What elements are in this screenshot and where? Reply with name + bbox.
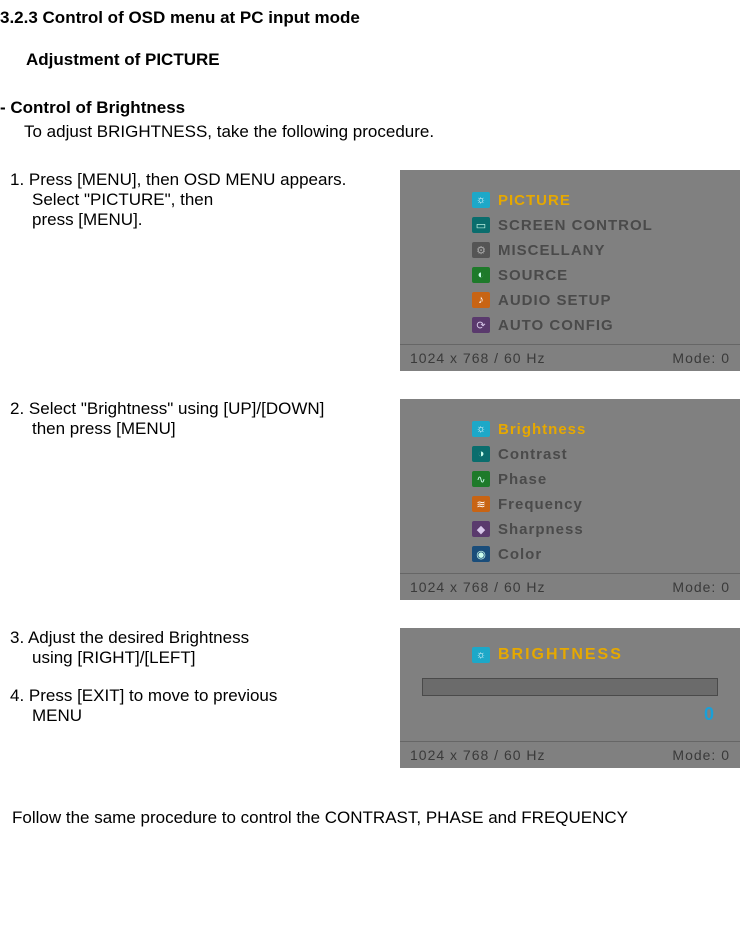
osd1-icon-5: ⟳ <box>472 317 490 333</box>
osd1-status-left: 1024 x 768 / 60 Hz <box>410 350 546 366</box>
osd1-label-4: AUDIO SETUP <box>498 292 612 309</box>
step-block-3: 3. Adjust the desired Brightness using [… <box>0 628 750 768</box>
step-4-line-b: MENU <box>32 706 400 726</box>
footer-note: Follow the same procedure to control the… <box>0 808 750 828</box>
osd2-row-0: ☼ Brightness <box>412 417 728 441</box>
step-1-line-a: 1. Press [MENU], then OSD MENU appears. <box>10 170 400 190</box>
osd3-status-left: 1024 x 768 / 60 Hz <box>410 747 546 763</box>
step-2-line-a: 2. Select "Brightness" using [UP]/[DOWN] <box>10 399 400 419</box>
step-block-1: 1. Press [MENU], then OSD MENU appears. … <box>0 170 750 371</box>
osd2-icon-4: ◆ <box>472 521 490 537</box>
osd1-icon-1: ▭ <box>472 217 490 233</box>
osd-menu-brightness: ☼ BRIGHTNESS 0 1024 x 768 / 60 Hz Mode: … <box>400 628 740 768</box>
osd1-icon-2: ⚙ <box>472 242 490 258</box>
osd2-icon-2: ∿ <box>472 471 490 487</box>
osd1-row-3: ◐ SOURCE <box>412 263 728 287</box>
osd2-label-2: Phase <box>498 471 547 488</box>
osd1-label-2: MISCELLANY <box>498 242 606 259</box>
osd2-label-4: Sharpness <box>498 521 584 538</box>
osd1-row-4: ♪ AUDIO SETUP <box>412 288 728 312</box>
brightness-value: 0 <box>412 700 728 735</box>
osd1-row-5: ⟳ AUTO CONFIG <box>412 313 728 337</box>
osd1-row-0: ☼ PICTURE <box>412 188 728 212</box>
osd2-label-3: Frequency <box>498 496 583 513</box>
osd2-row-1: ◑ Contrast <box>412 442 728 466</box>
osd1-label-1: SCREEN CONTROL <box>498 217 653 234</box>
osd1-icon-3: ◐ <box>472 267 490 283</box>
osd2-row-3: ≋ Frequency <box>412 492 728 516</box>
step-3-line-a: 3. Adjust the desired Brightness <box>10 628 400 648</box>
osd-menu-picture: ☼ Brightness ◑ Contrast ∿ Phase ≋ Frequency ◆ Sha… <box>400 399 740 600</box>
osd2-icon-1: ◑ <box>472 446 490 462</box>
osd1-row-2: ⚙ MISCELLANY <box>412 238 728 262</box>
osd2-icon-3: ≋ <box>472 496 490 512</box>
osd2-icon-0: ☼ <box>472 421 490 437</box>
osd1-status-right: Mode: 0 <box>672 350 730 366</box>
osd3-status-right: Mode: 0 <box>672 747 730 763</box>
section-number-title: 3.2.3 Control of OSD menu at PC input mo… <box>0 8 750 28</box>
osd2-row-5: ◉ Color <box>412 542 728 566</box>
step-1-line-c: press [MENU]. <box>32 210 400 230</box>
osd2-row-4: ◆ Sharpness <box>412 517 728 541</box>
brightness-icon: ☼ <box>472 647 490 663</box>
step-2-line-b: then press [MENU] <box>32 419 400 439</box>
section-sub-title: Adjustment of PICTURE <box>0 50 750 70</box>
osd1-label-0: PICTURE <box>498 192 571 209</box>
osd1-row-1: ▭ SCREEN CONTROL <box>412 213 728 237</box>
osd2-icon-5: ◉ <box>472 546 490 562</box>
osd1-label-5: AUTO CONFIG <box>498 317 614 334</box>
section-line-2: To adjust BRIGHTNESS, take the following… <box>0 122 750 142</box>
osd1-label-3: SOURCE <box>498 267 568 284</box>
osd-menu-main: ☼ PICTURE ▭ SCREEN CONTROL ⚙ MISCELLANY ◐ SOURC… <box>400 170 740 371</box>
step-4-line-a: 4. Press [EXIT] to move to previous <box>10 686 400 706</box>
step-1-line-b: Select "PICTURE", then <box>32 190 400 210</box>
osd2-label-1: Contrast <box>498 446 568 463</box>
step-block-2: 2. Select "Brightness" using [UP]/[DOWN]… <box>0 399 750 600</box>
osd2-row-2: ∿ Phase <box>412 467 728 491</box>
osd1-icon-0: ☼ <box>472 192 490 208</box>
osd2-status-left: 1024 x 768 / 60 Hz <box>410 579 546 595</box>
osd2-label-0: Brightness <box>498 421 586 438</box>
osd2-label-5: Color <box>498 546 542 563</box>
osd3-title: BRIGHTNESS <box>498 646 623 664</box>
osd2-status-right: Mode: 0 <box>672 579 730 595</box>
step-3-line-b: using [RIGHT]/[LEFT] <box>32 648 400 668</box>
osd1-icon-4: ♪ <box>472 292 490 308</box>
section-line-1: - Control of Brightness <box>0 98 750 118</box>
brightness-slider <box>422 678 718 696</box>
